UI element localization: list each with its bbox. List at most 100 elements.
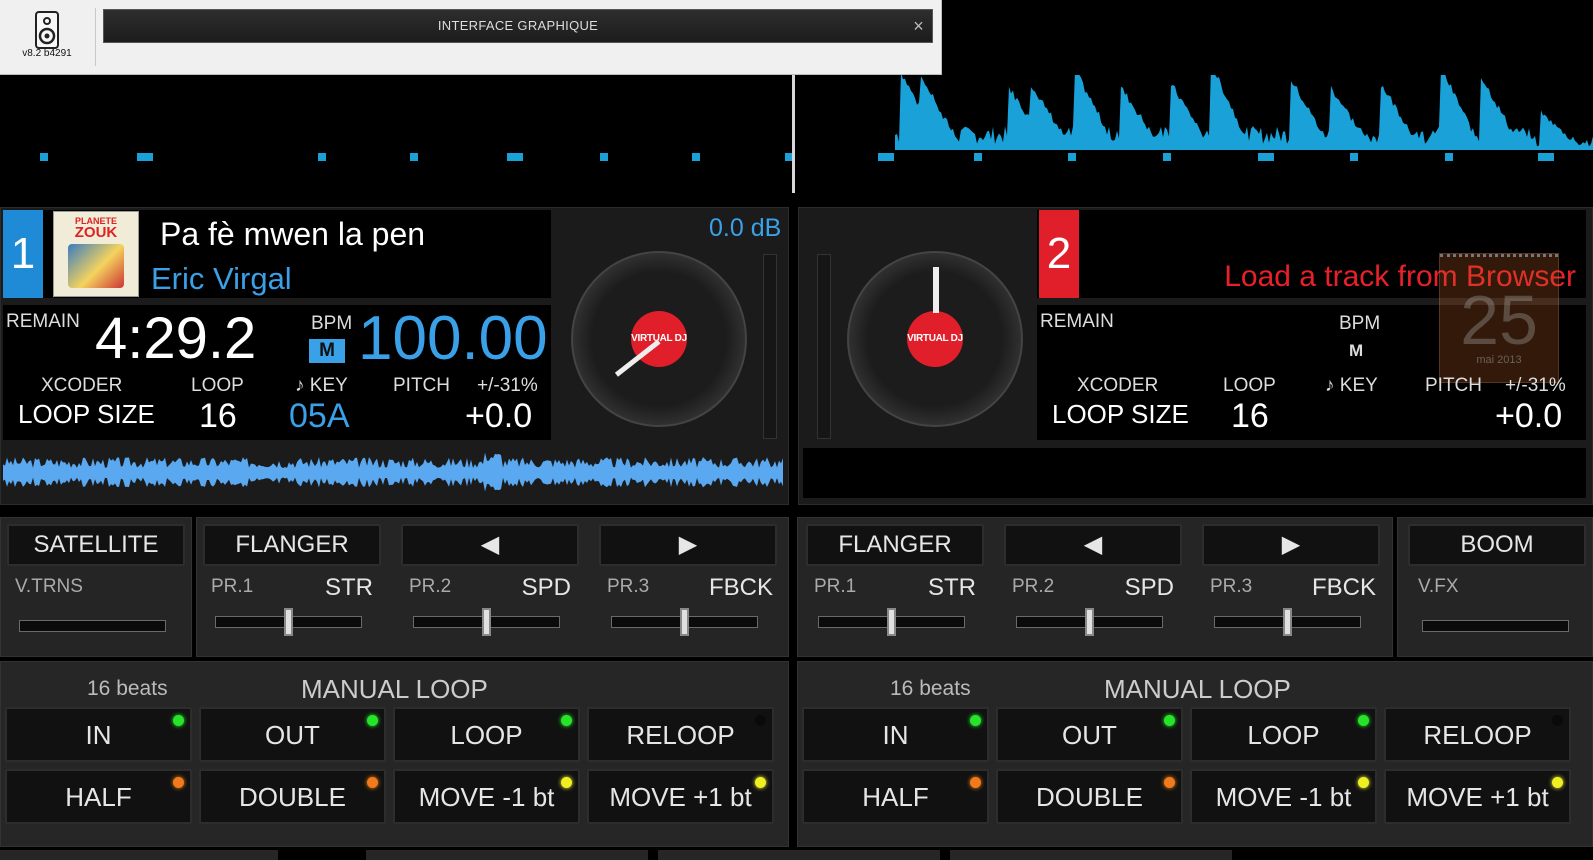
waveform-scroller[interactable] [0, 75, 1593, 200]
effect-name-button[interactable]: FLANGER [203, 524, 381, 566]
loop-value: 16 [1231, 397, 1269, 435]
window-titlebar[interactable]: INTERFACE GRAPHIQUE × [103, 9, 933, 43]
beat-marker [1445, 153, 1453, 161]
status-led [367, 715, 378, 726]
pitch-range[interactable]: +/-31% [477, 375, 538, 397]
deck-number: 1 [3, 210, 43, 298]
slider-thumb[interactable] [1282, 608, 1292, 636]
beat-marker [878, 153, 894, 161]
track-title: Pa fè mwen la pen [160, 216, 426, 252]
slider-thumb[interactable] [1084, 608, 1094, 636]
pitch-value: +0.0 [1495, 397, 1563, 435]
loop-half-button[interactable]: HALF [5, 769, 192, 824]
transition-slider[interactable] [19, 620, 166, 632]
move-forward-button[interactable]: MOVE +1 bt [1384, 769, 1571, 824]
slider-thumb[interactable] [481, 608, 491, 636]
param-slider[interactable] [1214, 608, 1361, 636]
beat-marker [1163, 153, 1171, 161]
waveform [895, 75, 1593, 150]
bottom-tab[interactable] [366, 850, 648, 860]
next-effect-button[interactable]: ▶ [599, 524, 777, 566]
param-slider[interactable] [215, 608, 362, 636]
param-slider[interactable] [818, 608, 965, 636]
loop-double-button[interactable]: DOUBLE [199, 769, 386, 824]
beat-marker [40, 153, 48, 161]
track-waveform[interactable] [3, 448, 786, 498]
status-led [970, 777, 981, 788]
close-icon[interactable]: × [913, 10, 924, 42]
loop-in-button[interactable]: IN [802, 707, 989, 762]
loop-value: 16 [199, 397, 237, 435]
slider-thumb[interactable] [283, 608, 293, 636]
jog-wheel[interactable]: VIRTUAL DJ [571, 251, 747, 427]
video-fx-slider[interactable] [1422, 620, 1569, 632]
master-badge[interactable]: M [1349, 341, 1363, 361]
param-slider[interactable] [1016, 608, 1163, 636]
prev-effect-button[interactable]: ◀ [401, 524, 579, 566]
button-label: HALF [65, 782, 132, 812]
param-name-label: SPD [521, 574, 571, 601]
loop-button[interactable]: LOOP [1190, 707, 1377, 762]
loop-panel-title: MANUAL LOOP [1104, 674, 1291, 704]
param-name-label: STR [325, 574, 373, 601]
next-effect-button[interactable]: ▶ [1202, 524, 1380, 566]
param-name-label: SPD [1124, 574, 1174, 601]
slider-thumb[interactable] [886, 608, 896, 636]
status-led [1164, 777, 1175, 788]
loop-out-button[interactable]: OUT [199, 707, 386, 762]
button-label: IN [85, 720, 112, 750]
loop-size-label: LOOP SIZE [1052, 399, 1189, 429]
status-led [970, 715, 981, 726]
xcoder-label: XCODER [41, 375, 123, 396]
volume-meter [817, 254, 831, 439]
move-forward-button[interactable]: MOVE +1 bt [587, 769, 774, 824]
beat-marker [692, 153, 700, 161]
track-artist: Eric Virgal [151, 261, 292, 296]
video-transition-panel: SATELLITE V.TRNS [0, 517, 192, 657]
loop-double-button[interactable]: DOUBLE [996, 769, 1183, 824]
move-back-button[interactable]: MOVE -1 bt [393, 769, 580, 824]
prev-effect-button[interactable]: ◀ [1004, 524, 1182, 566]
loop-half-button[interactable]: HALF [802, 769, 989, 824]
version-label: v8.2 b4291 [22, 48, 72, 59]
arrow-right-icon: ▶ [1281, 531, 1301, 558]
loop-in-button[interactable]: IN [5, 707, 192, 762]
effect-param-label: V.TRNS [15, 576, 83, 597]
effect-select-button[interactable]: BOOM [1408, 524, 1586, 566]
calendar-month: mai 2013 [1476, 354, 1522, 366]
button-label: RELOOP [626, 720, 735, 750]
param-slider[interactable] [611, 608, 758, 636]
master-badge[interactable]: M [309, 339, 345, 363]
bottom-tab[interactable] [950, 850, 1232, 860]
move-back-button[interactable]: MOVE -1 bt [1190, 769, 1377, 824]
track-waveform[interactable] [803, 448, 1586, 498]
xcoder-label: XCODER [1077, 375, 1159, 396]
loop-label: LOOP [191, 375, 244, 396]
effect-select-button[interactable]: SATELLITE [7, 524, 185, 566]
fx-panel-left: FLANGER ◀ ▶ PR.1 STR PR.2 SPD PR.3 FBCK [196, 517, 789, 657]
beat-marker [1538, 153, 1554, 161]
album-cover: PLANETE ZOUK [53, 211, 139, 297]
jog-wheel[interactable]: VIRTUAL DJ [847, 251, 1023, 427]
reloop-button[interactable]: RELOOP [1384, 707, 1571, 762]
video-fx-panel: BOOM V.FX [1397, 517, 1593, 657]
key-label: ♪ KEY [295, 375, 348, 396]
beat-marker [318, 153, 326, 161]
calendar-rings [1440, 254, 1558, 264]
manual-loop-panel-right: 16 beats MANUAL LOOP IN OUT LOOP RELOOP HALF… [797, 661, 1593, 847]
window-title: INTERFACE GRAPHIQUE [437, 18, 599, 33]
effect-name-button[interactable]: FLANGER [806, 524, 984, 566]
loop-out-button[interactable]: OUT [996, 707, 1183, 762]
arrow-left-icon: ◀ [1083, 531, 1103, 558]
pitch-range[interactable]: +/-31% [1505, 375, 1566, 397]
slider-thumb[interactable] [679, 608, 689, 636]
loop-button[interactable]: LOOP [393, 707, 580, 762]
top-bar: v8.2 b4291 INTERFACE GRAPHIQUE × [0, 0, 942, 75]
loop-beats-label: 16 beats [890, 677, 971, 700]
beat-marker [410, 153, 418, 161]
param-slider[interactable] [413, 608, 560, 636]
bottom-tab[interactable] [658, 850, 940, 860]
key-value: 05A [289, 397, 350, 435]
reloop-button[interactable]: RELOOP [587, 707, 774, 762]
bottom-tab[interactable] [0, 850, 278, 860]
